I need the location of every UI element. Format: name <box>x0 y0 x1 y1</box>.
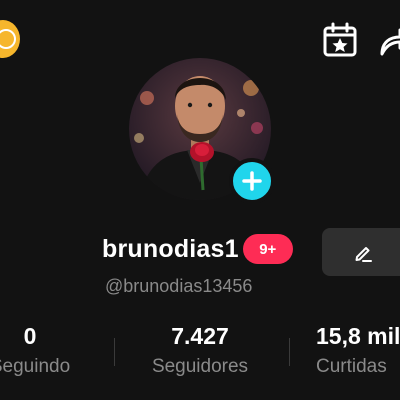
plus-icon <box>242 171 262 191</box>
following-count: 0 <box>23 323 37 349</box>
share-icon[interactable] <box>378 24 400 58</box>
following-label: Seguindo <box>0 356 71 377</box>
stat-following[interactable]: 0 Seguindo <box>0 323 80 378</box>
stat-divider <box>289 338 290 366</box>
likes-count: 15,8 mil <box>316 323 400 349</box>
coin-button[interactable] <box>0 20 20 58</box>
username-row: brunodias1 9+ <box>102 234 293 264</box>
pencil-icon <box>355 247 372 262</box>
coin-icon <box>0 29 16 49</box>
notification-badge[interactable]: 9+ <box>242 234 293 264</box>
username: brunodias1 <box>102 234 239 263</box>
followers-count: 7.427 <box>171 323 229 349</box>
stat-followers[interactable]: 7.427 Seguidores <box>130 323 270 378</box>
profile-screen: brunodias1 9+ @brunodias13456 0 Seguindo… <box>0 0 400 400</box>
add-friend-button[interactable] <box>229 158 275 204</box>
likes-label: Curtidas <box>316 356 387 377</box>
followers-label: Seguidores <box>151 356 249 377</box>
stat-divider <box>114 338 115 366</box>
user-handle: @brunodias13456 <box>105 276 253 296</box>
stat-likes[interactable]: 15,8 mil Curtidas <box>316 323 400 378</box>
edit-profile-button[interactable] <box>322 228 400 276</box>
calendar-star-icon[interactable] <box>320 22 360 58</box>
